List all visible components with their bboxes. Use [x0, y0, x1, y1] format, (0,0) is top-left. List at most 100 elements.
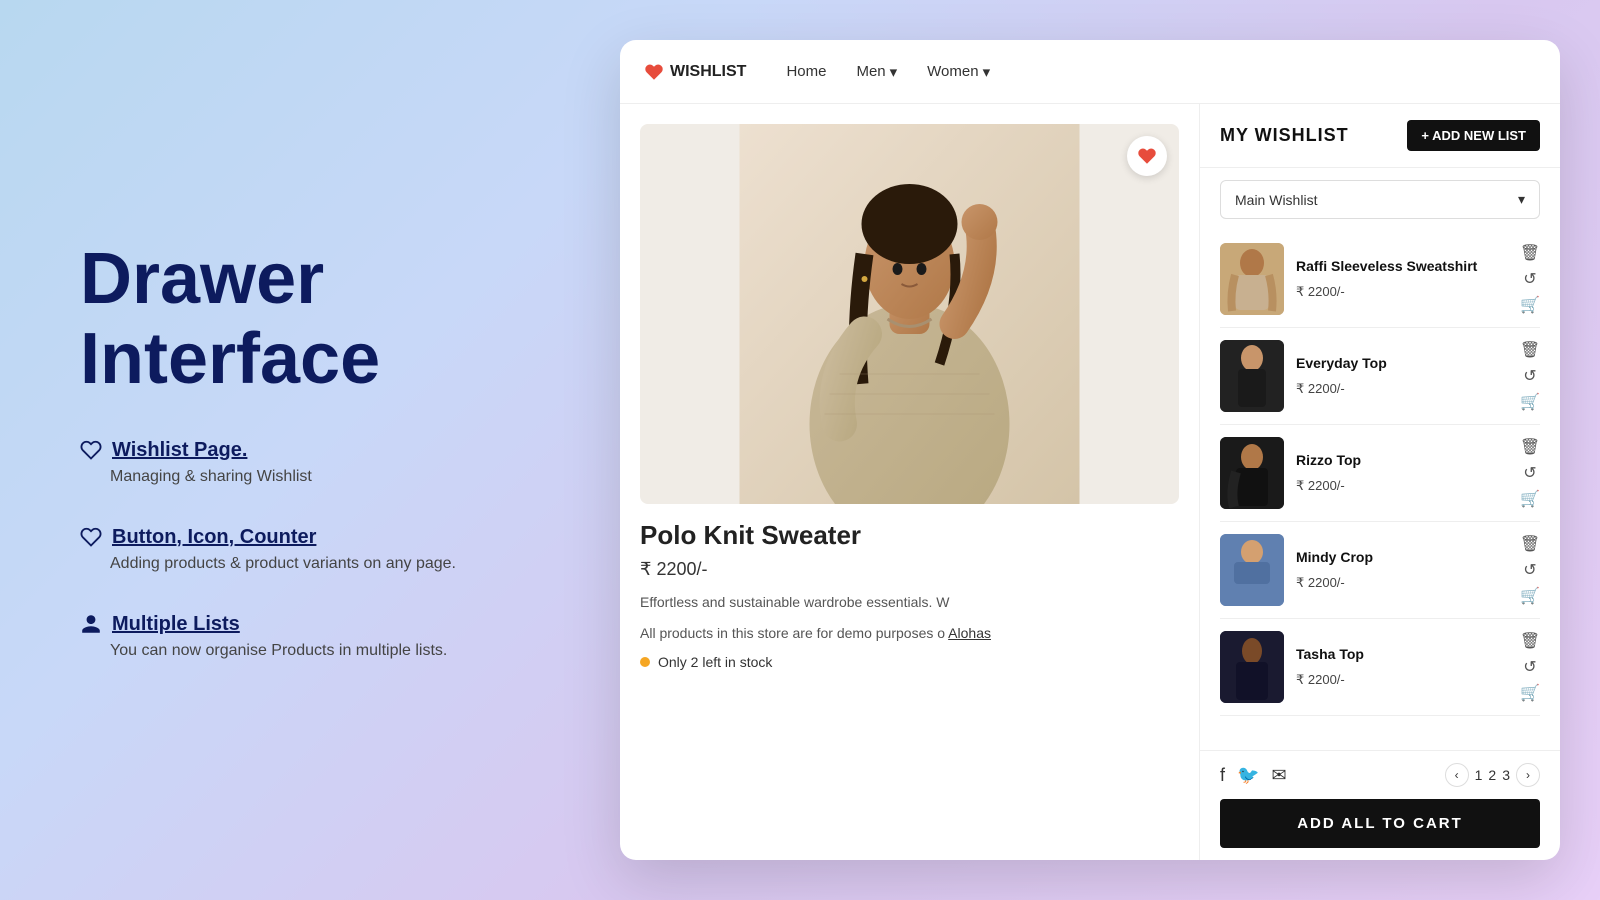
stock-text: Only 2 left in stock	[658, 654, 772, 670]
prev-page-button[interactable]: ‹	[1445, 763, 1469, 787]
item-image-tasha	[1220, 631, 1284, 703]
list-item: Mindy Crop ₹ 2200/- 🗑 ↺ 🛒	[1220, 522, 1540, 619]
page-2[interactable]: 2	[1488, 767, 1496, 783]
refresh-icon[interactable]: ↺	[1520, 366, 1540, 386]
item-price-everyday: ₹ 2200/-	[1296, 381, 1508, 397]
feature-title-row-1: Wishlist Page.	[80, 439, 540, 462]
item-img-svg-mindy	[1220, 534, 1284, 606]
item-price-mindy: ₹ 2200/-	[1296, 575, 1508, 591]
add-all-to-cart-button[interactable]: ADD ALL TO CART	[1220, 799, 1540, 848]
page-1[interactable]: 1	[1475, 767, 1483, 783]
delete-icon[interactable]: 🗑	[1520, 534, 1540, 554]
stock-badge: Only 2 left in stock	[640, 654, 1179, 670]
nav-women[interactable]: Women ▾	[927, 63, 990, 81]
list-item: Raffi Sleeveless Sweatshirt ₹ 2200/- 🗑 ↺…	[1220, 231, 1540, 328]
main-title: Drawer Interface	[80, 240, 540, 398]
nav-logo[interactable]: WISHLIST	[644, 62, 746, 82]
product-description: Effortless and sustainable wardrobe esse…	[640, 592, 1179, 613]
heart-icon	[80, 439, 102, 461]
wishlist-items-list: Raffi Sleeveless Sweatshirt ₹ 2200/- 🗑 ↺…	[1200, 231, 1560, 750]
product-price: ₹ 2200/-	[640, 559, 1179, 580]
feature-title-row-3: Multiple Lists	[80, 613, 540, 636]
nav-home[interactable]: Home	[786, 63, 826, 80]
item-name-everyday: Everyday Top	[1296, 355, 1508, 371]
product-image-wrapper	[640, 124, 1179, 504]
wishlist-select-dropdown[interactable]: Main Wishlist ▾	[1220, 180, 1540, 219]
feature-title-2[interactable]: Button, Icon, Counter	[112, 526, 316, 549]
next-page-button[interactable]: ›	[1516, 763, 1540, 787]
item-name-rizzo: Rizzo Top	[1296, 452, 1508, 468]
list-item: Tasha Top ₹ 2200/- 🗑 ↺ 🛒	[1220, 619, 1540, 716]
item-image-rizzo	[1220, 437, 1284, 509]
facebook-icon[interactable]: f	[1220, 765, 1225, 786]
select-label: Main Wishlist	[1235, 192, 1317, 208]
refresh-icon[interactable]: ↺	[1520, 657, 1540, 677]
item-name-mindy: Mindy Crop	[1296, 549, 1508, 565]
add-to-cart-icon[interactable]: 🛒	[1520, 683, 1540, 703]
feature-desc-2: Adding products & product variants on an…	[110, 555, 540, 573]
add-to-cart-icon[interactable]: 🛒	[1520, 392, 1540, 412]
item-price-tasha: ₹ 2200/-	[1296, 672, 1508, 688]
browser-window: WISHLIST Home Men ▾ Women ▾	[620, 40, 1560, 860]
wishlist-panel-title: MY WISHLIST	[1220, 125, 1349, 146]
wishlist-header: MY WISHLIST + ADD NEW LIST	[1200, 104, 1560, 168]
feature-wishlist-page: Wishlist Page. Managing & sharing Wishli…	[80, 439, 540, 486]
left-panel: Drawer Interface Wishlist Page. Managing…	[0, 180, 620, 719]
feature-title-1[interactable]: Wishlist Page.	[112, 439, 247, 462]
product-image	[640, 124, 1179, 504]
feature-multiple-lists: Multiple Lists You can now organise Prod…	[80, 613, 540, 660]
list-item: Rizzo Top ₹ 2200/- 🗑 ↺ 🛒	[1220, 425, 1540, 522]
dropdown-chevron-icon: ▾	[1518, 191, 1525, 208]
chevron-down-icon: ▾	[890, 63, 898, 81]
wishlist-panel: MY WISHLIST + ADD NEW LIST Main Wishlist…	[1200, 104, 1560, 860]
main-content: Polo Knit Sweater ₹ 2200/- Effortless an…	[620, 104, 1560, 860]
page-3[interactable]: 3	[1502, 767, 1510, 783]
chevron-down-icon-2: ▾	[983, 63, 991, 81]
twitter-icon[interactable]: 🐦	[1237, 765, 1259, 786]
wishlist-heart-button[interactable]	[1127, 136, 1167, 176]
brand-link[interactable]: Alohas	[948, 625, 991, 641]
item-price-rizzo: ₹ 2200/-	[1296, 478, 1508, 494]
delete-icon[interactable]: 🗑	[1520, 631, 1540, 651]
item-image-everyday	[1220, 340, 1284, 412]
stock-dot-icon	[640, 657, 650, 667]
nav-links: Home Men ▾ Women ▾	[786, 63, 1536, 81]
item-actions-mindy: 🗑 ↺ 🛒	[1520, 534, 1540, 606]
pagination: ‹ 1 2 3 ›	[1445, 763, 1540, 787]
item-actions-rizzo: 🗑 ↺ 🛒	[1520, 437, 1540, 509]
item-info-everyday: Everyday Top ₹ 2200/-	[1296, 355, 1508, 397]
item-info-mindy: Mindy Crop ₹ 2200/-	[1296, 549, 1508, 591]
item-img-svg-everyday	[1220, 340, 1284, 412]
product-area: Polo Knit Sweater ₹ 2200/- Effortless an…	[620, 104, 1200, 860]
footer-social-row: f 🐦 ✉ ‹ 1 2 3 ›	[1220, 763, 1540, 787]
heart-outline-icon	[80, 526, 102, 548]
logo-text: WISHLIST	[670, 63, 746, 81]
item-price-raffi: ₹ 2200/-	[1296, 284, 1508, 300]
feature-title-3[interactable]: Multiple Lists	[112, 613, 240, 636]
email-icon[interactable]: ✉	[1271, 765, 1286, 786]
item-info-tasha: Tasha Top ₹ 2200/-	[1296, 646, 1508, 688]
add-to-cart-icon[interactable]: 🛒	[1520, 295, 1540, 315]
item-name-tasha: Tasha Top	[1296, 646, 1508, 662]
logo-heart-icon	[644, 62, 664, 82]
delete-icon[interactable]: 🗑	[1520, 243, 1540, 263]
delete-icon[interactable]: 🗑	[1520, 340, 1540, 360]
list-item: Everyday Top ₹ 2200/- 🗑 ↺ 🛒	[1220, 328, 1540, 425]
item-actions-tasha: 🗑 ↺ 🛒	[1520, 631, 1540, 703]
nav-bar: WISHLIST Home Men ▾ Women ▾	[620, 40, 1560, 104]
item-actions-raffi: 🗑 ↺ 🛒	[1520, 243, 1540, 315]
nav-men[interactable]: Men ▾	[856, 63, 897, 81]
add-to-cart-icon[interactable]: 🛒	[1520, 489, 1540, 509]
item-img-svg-tasha	[1220, 631, 1284, 703]
delete-icon[interactable]: 🗑	[1520, 437, 1540, 457]
add-new-list-button[interactable]: + ADD NEW LIST	[1407, 120, 1540, 151]
add-to-cart-icon[interactable]: 🛒	[1520, 586, 1540, 606]
wishlist-footer: f 🐦 ✉ ‹ 1 2 3 › ADD ALL TO CART	[1200, 750, 1560, 860]
refresh-icon[interactable]: ↺	[1520, 560, 1540, 580]
item-name-raffi: Raffi Sleeveless Sweatshirt	[1296, 258, 1508, 274]
refresh-icon[interactable]: ↺	[1520, 463, 1540, 483]
item-info-rizzo: Rizzo Top ₹ 2200/-	[1296, 452, 1508, 494]
item-image-raffi	[1220, 243, 1284, 315]
feature-button-icon: Button, Icon, Counter Adding products & …	[80, 526, 540, 573]
refresh-icon[interactable]: ↺	[1520, 269, 1540, 289]
